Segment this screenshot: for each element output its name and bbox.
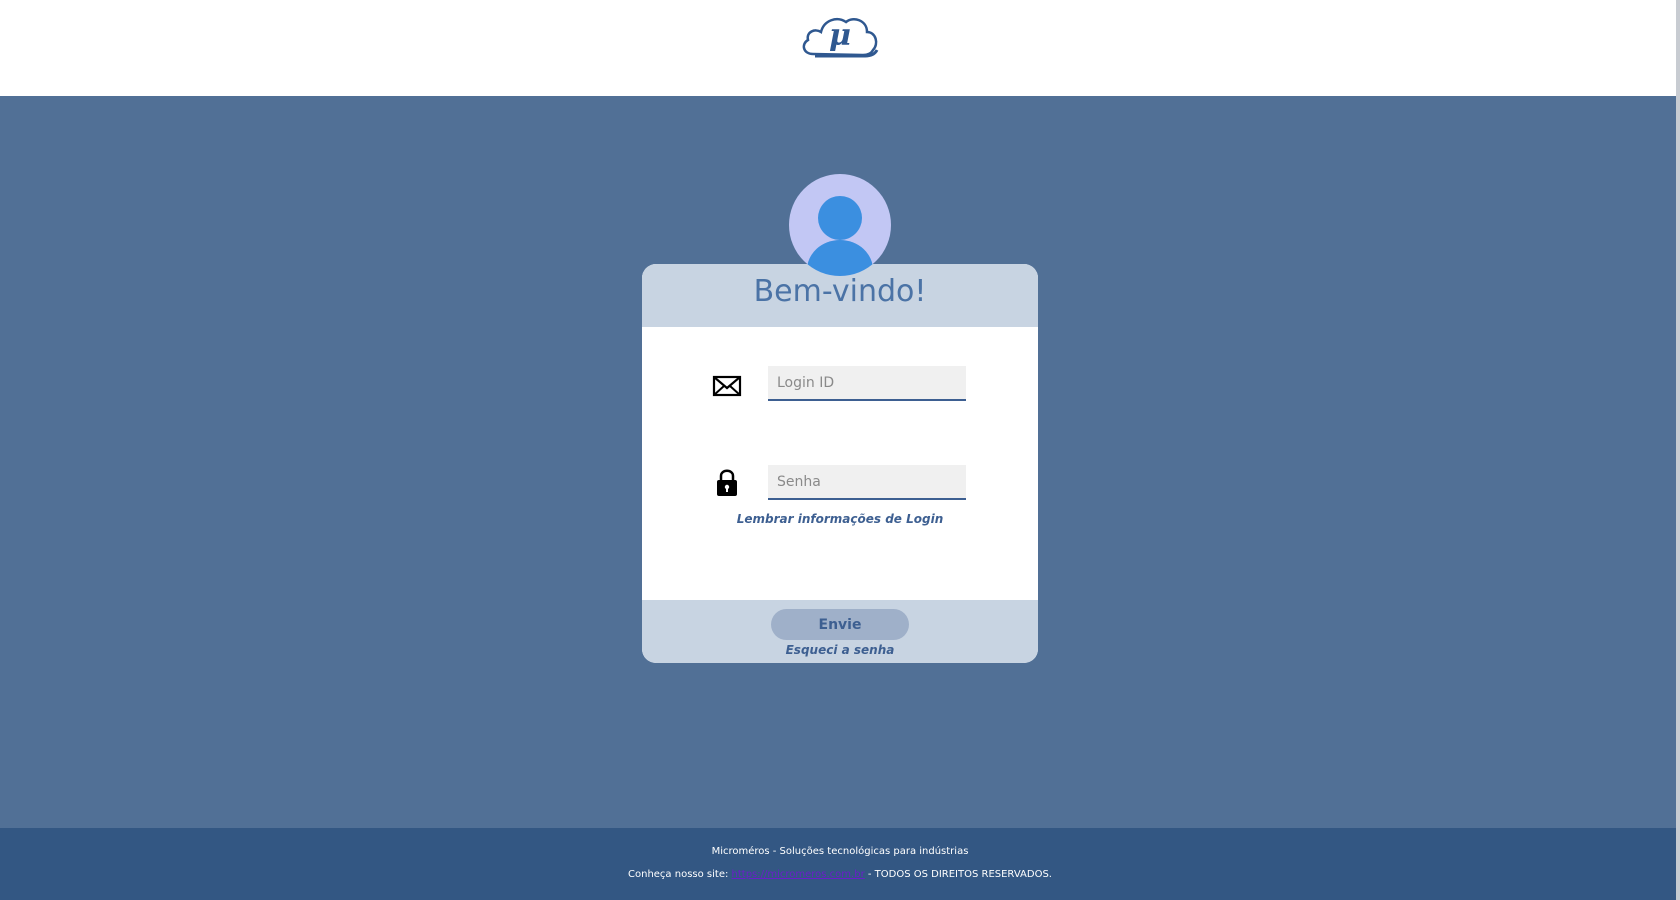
envelope-icon (712, 375, 742, 397)
login-card: Bem-vindo! Lembrar informações de Login … (642, 264, 1038, 663)
card-footer: Envie Esqueci a senha (642, 600, 1038, 663)
remember-login-link[interactable]: Lembrar informações de Login (642, 512, 1038, 526)
footer-site-prefix: Conheça nosso site: (628, 869, 732, 880)
micromeros-logo[interactable]: μ (799, 10, 881, 62)
page-footer: Microméros - Soluções tecnológicas para … (0, 828, 1680, 900)
footer-tagline: Microméros - Soluções tecnológicas para … (711, 846, 969, 857)
password-input[interactable] (768, 465, 966, 500)
svg-text:μ: μ (829, 18, 851, 53)
footer-site-line: Conheça nosso site: https://micromeros.c… (0, 869, 1680, 880)
top-header: μ (0, 0, 1680, 97)
forgot-password-link[interactable]: Esqueci a senha (642, 643, 1038, 657)
card-body: Lembrar informações de Login (642, 327, 1038, 600)
submit-button[interactable]: Envie (771, 609, 909, 640)
window-scrollbar[interactable] (1676, 0, 1680, 900)
user-avatar-icon (789, 174, 891, 276)
footer-rights-text: - TODOS OS DIREITOS RESERVADOS. (864, 869, 1052, 880)
login-id-input[interactable] (768, 366, 966, 401)
lock-icon (717, 469, 737, 496)
footer-site-link[interactable]: https://micromeros.com.br (732, 869, 865, 880)
